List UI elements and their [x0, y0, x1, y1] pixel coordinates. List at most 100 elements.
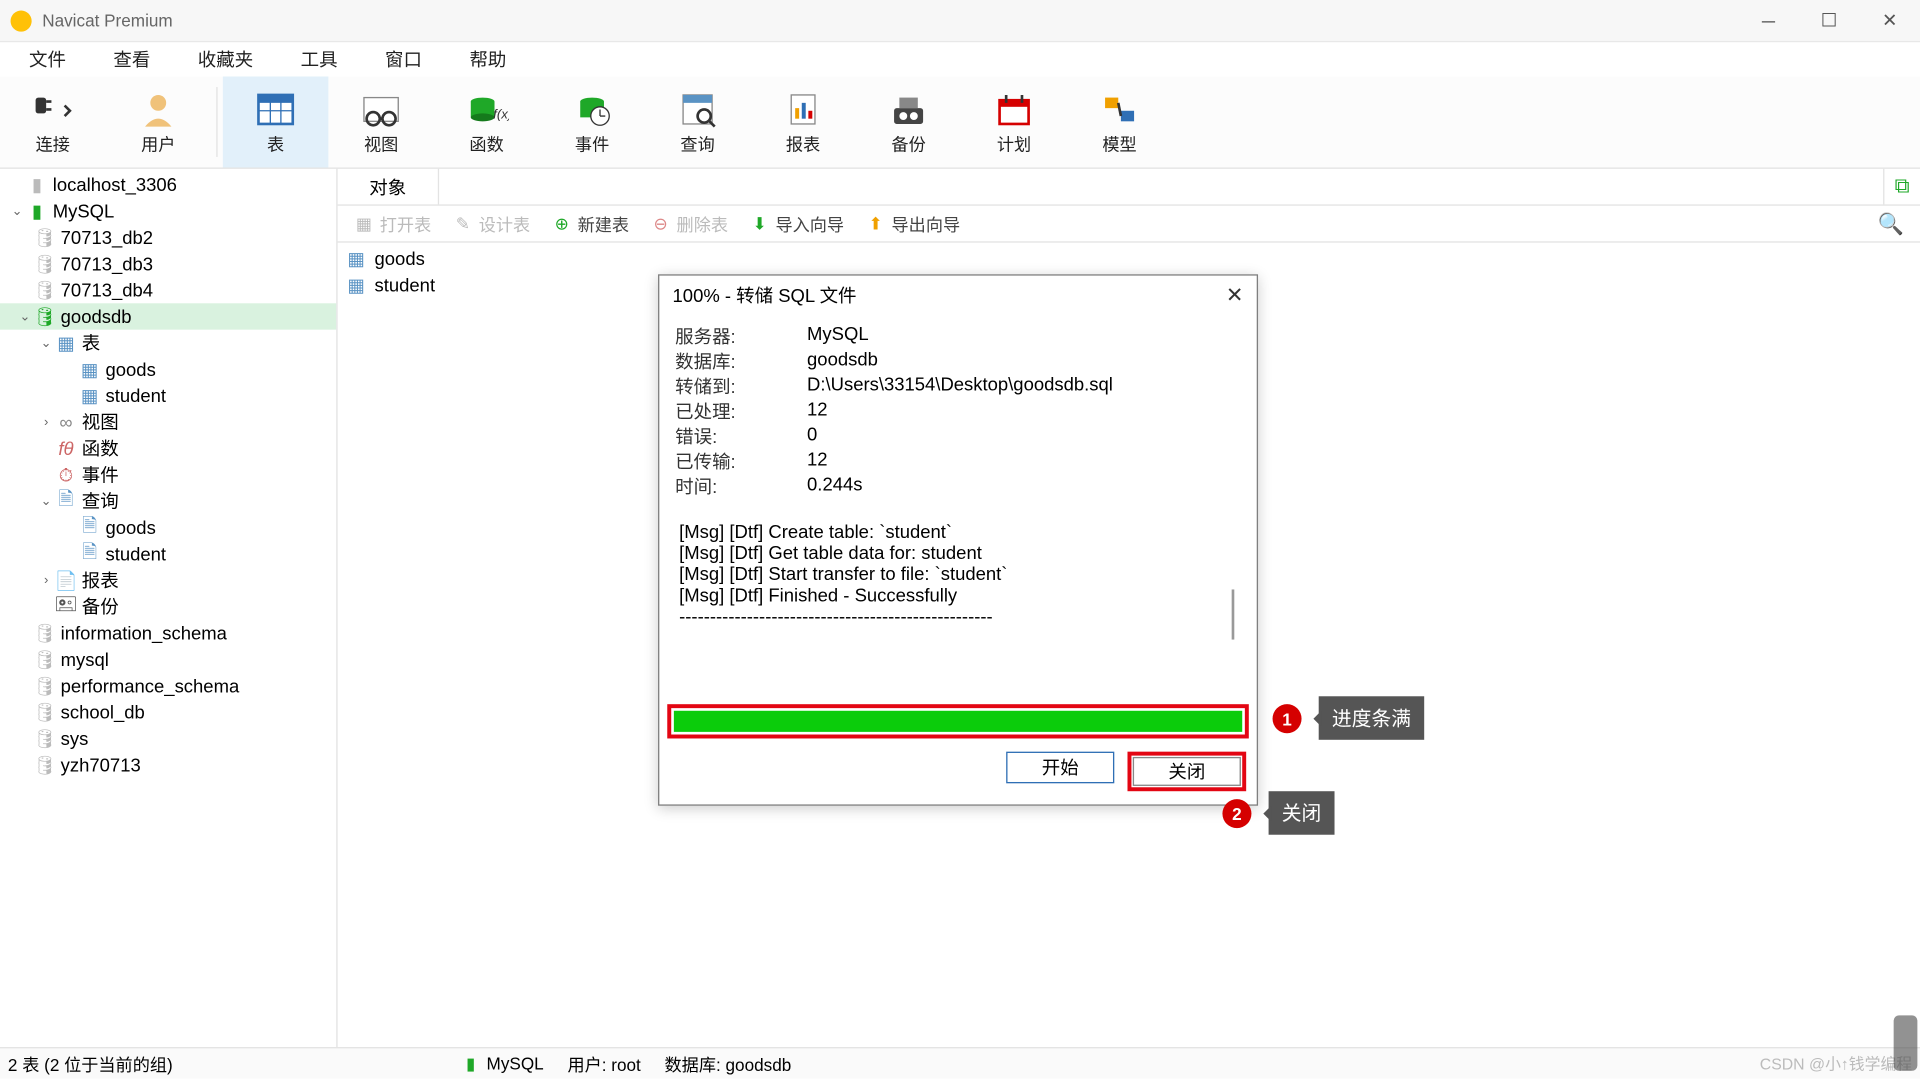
- toolbar-user[interactable]: 用户: [105, 76, 210, 167]
- toolbar-backup[interactable]: 备份: [856, 76, 961, 167]
- log-line: ----------------------------------------…: [679, 605, 1239, 626]
- dialog-close-icon[interactable]: ✕: [1226, 282, 1244, 308]
- tab-objects[interactable]: 对象: [338, 169, 440, 205]
- menu-tools[interactable]: 工具: [277, 46, 361, 72]
- tree-db-70713_db3[interactable]: 🛢70713_db3: [0, 251, 336, 277]
- tree-db-performance_schema[interactable]: 🛢performance_schema: [0, 673, 336, 699]
- toolbar: 连接 用户 表 视图 f(x) 函数 事件 查询 报表: [0, 76, 1920, 168]
- start-button[interactable]: 开始: [1006, 752, 1114, 784]
- toolbar-connect[interactable]: 连接: [0, 76, 105, 167]
- connection-tree[interactable]: ▮localhost_3306 ⌄▮MySQL 🛢70713_db2 🛢7071…: [0, 169, 338, 1047]
- toolbar-function[interactable]: f(x) 函数: [434, 76, 539, 167]
- table-icon: ▦: [79, 359, 100, 380]
- tree-table-goods[interactable]: ▦goods: [0, 356, 336, 382]
- tree-folder-functions[interactable]: fθ函数: [0, 435, 336, 461]
- toolbar-model-label: 模型: [1102, 131, 1136, 156]
- delete-table-icon: ⊖: [650, 213, 671, 234]
- toolbar-connect-label: 连接: [36, 131, 70, 156]
- menu-fav[interactable]: 收藏夹: [174, 46, 277, 72]
- toolbar-table-label: 表: [267, 131, 284, 156]
- toolbar-table[interactable]: 表: [223, 76, 328, 167]
- log-scrollbar[interactable]: [1226, 589, 1234, 639]
- table-icon: ▦: [345, 248, 366, 269]
- table-icon: [249, 88, 302, 130]
- toolbar-model[interactable]: 模型: [1067, 76, 1172, 167]
- tree-db-70713_db2[interactable]: 🛢70713_db2: [0, 224, 336, 250]
- object-goods[interactable]: ▦goods: [345, 245, 1912, 271]
- tree-folder-events[interactable]: ⏱事件: [0, 462, 336, 488]
- log-line: [Msg] [Dtf] Create table: `student`: [679, 521, 1239, 542]
- field-path-value: D:\Users\33154\Desktop\goodsdb.sql: [807, 373, 1113, 398]
- minimize-button[interactable]: ─: [1738, 0, 1799, 42]
- page-scroll-indicator[interactable]: [1894, 1015, 1918, 1070]
- toolbar-view-label: 视图: [364, 131, 398, 156]
- dialog-title: 100% - 转储 SQL 文件: [673, 282, 857, 308]
- tree-db-goodsdb[interactable]: ⌄🛢goodsdb: [0, 303, 336, 329]
- svg-text:f(x): f(x): [493, 107, 509, 122]
- reports-folder-icon: 📄: [55, 570, 76, 591]
- database-on-icon: 🛢: [34, 306, 55, 327]
- tree-conn-localhost[interactable]: ▮localhost_3306: [0, 171, 336, 197]
- toolbar-view[interactable]: 视图: [328, 76, 433, 167]
- maximize-button[interactable]: ☐: [1799, 0, 1860, 42]
- toolbar-query[interactable]: 查询: [645, 76, 750, 167]
- field-error-label: 错误:: [675, 423, 807, 448]
- search-icon[interactable]: 🔍: [1878, 210, 1904, 236]
- toolbar-report-label: 报表: [786, 131, 820, 156]
- connection-off-icon: ▮: [26, 174, 47, 195]
- tree-table-student[interactable]: ▦student: [0, 382, 336, 408]
- functions-folder-icon: fθ: [55, 438, 76, 459]
- open-table-button[interactable]: ▦打开表: [348, 211, 436, 236]
- toolbar-schedule-label: 计划: [997, 131, 1031, 156]
- status-user: 用户: root: [567, 1051, 640, 1076]
- field-processed-value: 12: [807, 398, 828, 423]
- menubar: 文件 查看 收藏夹 工具 窗口 帮助: [0, 42, 1920, 76]
- dialog-log[interactable]: [Msg] [Dtf] Create table: `student` [Msg…: [675, 514, 1241, 685]
- plug-icon: [26, 88, 79, 130]
- tree-db-information_schema[interactable]: 🛢information_schema: [0, 620, 336, 646]
- toolbar-function-label: 函数: [469, 131, 503, 156]
- connection-on-icon: ▮: [26, 200, 47, 221]
- menu-help[interactable]: 帮助: [446, 46, 530, 72]
- tree-folder-views[interactable]: ›∞视图: [0, 409, 336, 435]
- tree-db-mysql[interactable]: 🛢mysql: [0, 646, 336, 672]
- new-tab-button[interactable]: ⧉: [1883, 169, 1920, 205]
- new-table-button[interactable]: ⊕新建表: [546, 211, 634, 236]
- export-wizard-button[interactable]: ⬆导出向导: [860, 211, 966, 236]
- toolbar-event[interactable]: 事件: [539, 76, 644, 167]
- schedule-icon: [988, 88, 1041, 130]
- table-icon: ▦: [79, 385, 100, 406]
- tree-db-70713_db4[interactable]: 🛢70713_db4: [0, 277, 336, 303]
- tree-folder-tables[interactable]: ⌄▦表: [0, 330, 336, 356]
- import-wizard-button[interactable]: ⬇导入向导: [744, 211, 850, 236]
- toolbar-schedule[interactable]: 计划: [961, 76, 1066, 167]
- field-db-value: goodsdb: [807, 348, 878, 373]
- annotation-bubble-1: 1: [1273, 704, 1302, 733]
- toolbar-report[interactable]: 报表: [750, 76, 855, 167]
- toolbar-backup-label: 备份: [891, 131, 925, 156]
- field-server-value: MySQL: [807, 323, 869, 348]
- query-item-icon: 🗎: [79, 543, 100, 564]
- close-window-button[interactable]: ✕: [1859, 0, 1920, 42]
- delete-table-button[interactable]: ⊖删除表: [645, 211, 733, 236]
- tree-db-sys[interactable]: 🛢sys: [0, 725, 336, 751]
- tree-query-goods[interactable]: 🗎goods: [0, 514, 336, 540]
- open-table-icon: ▦: [353, 213, 374, 234]
- tree-conn-mysql[interactable]: ⌄▮MySQL: [0, 198, 336, 224]
- menu-window[interactable]: 窗口: [361, 46, 445, 72]
- app-logo-icon: [11, 10, 32, 31]
- status-db: 数据库: goodsdb: [665, 1051, 792, 1076]
- field-transferred-label: 已传输:: [675, 448, 807, 473]
- tree-folder-queries[interactable]: ⌄🗎查询: [0, 488, 336, 514]
- tree-db-yzh70713[interactable]: 🛢yzh70713: [0, 752, 336, 778]
- menu-view[interactable]: 查看: [90, 46, 174, 72]
- tree-folder-backup[interactable]: 🖭备份: [0, 593, 336, 619]
- design-table-button[interactable]: ✎设计表: [447, 211, 535, 236]
- field-db-label: 数据库:: [675, 348, 807, 373]
- tree-query-student[interactable]: 🗎student: [0, 541, 336, 567]
- close-button[interactable]: 关闭: [1133, 757, 1241, 786]
- tree-db-school_db[interactable]: 🛢school_db: [0, 699, 336, 725]
- menu-file[interactable]: 文件: [5, 46, 89, 72]
- events-folder-icon: ⏱: [55, 464, 76, 485]
- tree-folder-reports[interactable]: ›📄报表: [0, 567, 336, 593]
